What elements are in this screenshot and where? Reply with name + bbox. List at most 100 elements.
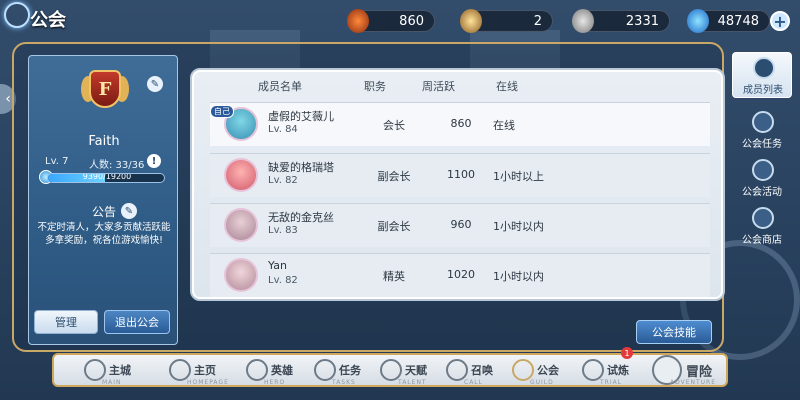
guild-emblem-icon: F [81, 66, 129, 118]
member-avatar [224, 158, 258, 192]
nav-hero[interactable]: 英雄 HERO [246, 355, 293, 386]
tab-member-list[interactable]: 成员列表 [732, 52, 792, 98]
nav-label: 主页 [194, 364, 216, 377]
nav-sublabel: HERO [264, 379, 286, 386]
nav-label: 天赋 [405, 364, 427, 377]
nav-trial[interactable]: 试炼 TRIAL 1 [582, 347, 633, 386]
member-row[interactable]: 缺爱的格瑞塔 Lv. 82 副会长 1100 1小时以上 [210, 153, 710, 197]
resource-value: 48748 [717, 14, 759, 29]
swirl-logo-icon[interactable] [4, 2, 30, 28]
emblem-letter: F [89, 70, 121, 108]
nav-sublabel: ADVENTURE [670, 379, 717, 386]
member-name: 缺爱的格瑞塔 [268, 161, 334, 174]
member-weekly: 860 [450, 117, 472, 130]
tasks-icon [752, 111, 774, 133]
events-icon [752, 159, 774, 181]
resource-value: 2331 [625, 14, 659, 29]
page-title: 公会 [30, 10, 66, 31]
nav-guild[interactable]: 公会 GUILD [512, 355, 559, 386]
member-online: 1小时以内 [493, 220, 544, 233]
resource-fire-crystal[interactable]: 860 [347, 9, 435, 33]
member-role: 精英 [383, 270, 405, 283]
tab-label: 公会商店 [742, 235, 782, 246]
member-online: 1小时以上 [493, 170, 544, 183]
hero-icon [246, 359, 268, 381]
guild-skill-button[interactable]: 公会技能 [636, 320, 712, 344]
summon-icon [446, 359, 468, 381]
guild-icon [512, 359, 534, 381]
nav-sublabel: TALENT [398, 379, 427, 386]
nav-label: 召唤 [471, 364, 493, 377]
member-list-panel: 成员名单 职务 周活跃 在线 自己 虚假的艾薇儿 Lv. 84 会长 860 在… [190, 68, 725, 301]
column-header-weekly: 周活跃 [422, 80, 455, 93]
quit-guild-button[interactable]: 退出公会 [104, 310, 170, 334]
resource-value: 2 [533, 14, 542, 29]
member-weekly: 960 [450, 218, 472, 231]
xp-bar: 9390/19200 [47, 173, 165, 183]
resource-gold-coin[interactable]: 2 [460, 9, 553, 33]
member-online: 在线 [493, 119, 515, 132]
castle-icon [84, 359, 106, 381]
tab-guild-shop[interactable]: 公会商店 [732, 203, 792, 249]
xp-text: 9390/19200 [82, 173, 132, 181]
notice-text: 不定时清人，大家多贡献活跃能多拿奖励，祝各位游戏愉快! [37, 222, 171, 246]
member-row[interactable]: 无敌的金克丝 Lv. 83 副会长 960 1小时以内 [210, 203, 710, 247]
member-weekly: 1100 [447, 168, 475, 181]
bottom-nav: 主城 MAIN 主页 HOMEPAGE 英雄 HERO 任务 TASKS 天赋 … [52, 347, 728, 387]
tab-guild-tasks[interactable]: 公会任务 [732, 107, 792, 153]
member-level: Lv. 82 [268, 275, 298, 286]
shop-icon [752, 207, 774, 229]
column-header-name: 成员名单 [258, 80, 302, 93]
tab-label: 公会活动 [742, 187, 782, 198]
nav-homepage[interactable]: 主页 HOMEPAGE [169, 355, 228, 386]
nav-main-city[interactable]: 主城 MAIN [84, 355, 131, 386]
add-gem-button[interactable]: + [770, 11, 790, 31]
nav-tasks[interactable]: 任务 TASKS [314, 355, 361, 386]
star-icon [380, 359, 402, 381]
edit-emblem-icon[interactable]: ✎ [147, 76, 163, 92]
column-header-online: 在线 [496, 80, 518, 93]
nav-sublabel: TRIAL [600, 379, 623, 386]
nav-sublabel: MAIN [102, 379, 122, 386]
member-name: 虚假的艾薇儿 [268, 110, 334, 123]
column-header-role: 职务 [364, 80, 386, 93]
side-tabs: 成员列表 公会任务 公会活动 公会商店 [732, 52, 792, 252]
nav-label: 主城 [109, 364, 131, 377]
nav-sublabel: HOMEPAGE [187, 379, 229, 386]
info-icon[interactable]: ! [147, 154, 161, 168]
member-avatar [224, 208, 258, 242]
member-row[interactable]: Yan Lv. 82 精英 1020 1小时以内 [210, 253, 710, 297]
silver-coin-icon [572, 9, 594, 33]
resource-silver-coin[interactable]: 2331 [572, 9, 670, 33]
guild-name: Faith [88, 134, 120, 149]
edit-notice-icon[interactable]: ✎ [121, 203, 137, 219]
member-level: Lv. 84 [268, 124, 298, 135]
blue-gem-icon [687, 9, 709, 33]
nav-label: 公会 [537, 364, 559, 377]
nav-adventure[interactable]: 冒险 ADVENTURE [652, 355, 715, 386]
notification-badge: 1 [621, 347, 633, 359]
manage-button[interactable]: 管理 [34, 310, 98, 334]
member-online: 1小时以内 [493, 270, 544, 283]
member-row[interactable]: 自己 虚假的艾薇儿 Lv. 84 会长 860 在线 [210, 102, 710, 146]
scroll-icon [314, 359, 336, 381]
resource-blue-gem[interactable]: 48748 [687, 9, 770, 33]
nav-label: 冒险 [686, 364, 713, 380]
member-count: 人数: 33/36 [89, 160, 145, 171]
tab-label: 公会任务 [742, 139, 782, 150]
nav-sublabel: TASKS [332, 379, 356, 386]
member-name: Yan [268, 259, 287, 272]
member-role: 会长 [383, 119, 405, 132]
member-avatar [224, 258, 258, 292]
nav-talent[interactable]: 天赋 TALENT [380, 355, 427, 386]
tab-label: 成员列表 [743, 85, 783, 96]
nav-sublabel: GUILD [530, 379, 554, 386]
nav-summon[interactable]: 召唤 CALL [446, 355, 493, 386]
notice-title: 公告 [91, 205, 116, 219]
tab-guild-events[interactable]: 公会活动 [732, 155, 792, 201]
fire-crystal-icon [347, 9, 369, 33]
members-icon [753, 57, 775, 79]
nav-label: 试炼 [607, 364, 629, 377]
guild-profile-panel: F ✎ Faith Lv. 7 人数: 33/36 ! 9390/19200 公… [28, 55, 178, 345]
member-weekly: 1020 [447, 268, 475, 281]
